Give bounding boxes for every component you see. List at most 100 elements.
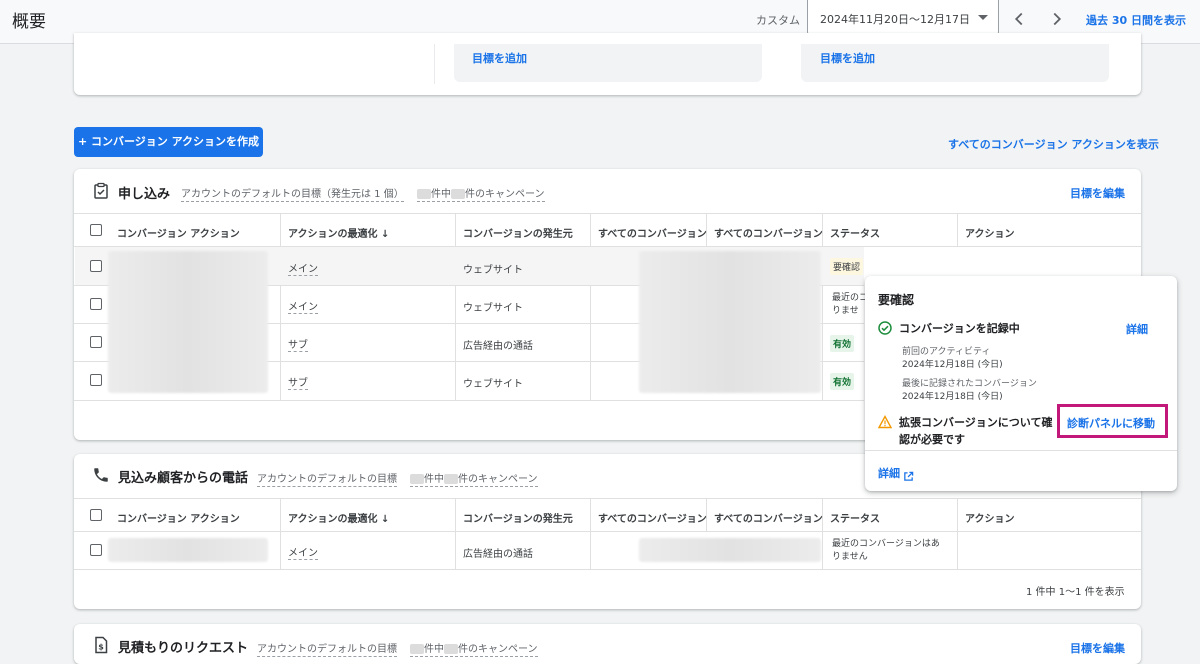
optimization-value[interactable]: メイン [288,544,318,560]
status-badge[interactable]: 要確認 [830,258,864,275]
add-goal-link[interactable]: 目標を追加 [472,50,527,66]
row-checkbox[interactable] [90,260,102,272]
count-text: 件中 [424,644,444,655]
campaign-count-label[interactable]: 件中 件のキャンペーン [410,470,538,487]
chevron-right-icon [1053,12,1062,26]
section-title: 見積もりのリクエスト [118,641,249,656]
row-checkbox[interactable] [90,374,102,386]
redacted-conversion-values [639,538,821,562]
details-link[interactable]: 詳細 [1126,321,1148,337]
source-value: ウェブサイト [463,265,523,276]
count-text: 件中 [431,189,451,200]
table-border [74,569,1141,570]
default-goal-label[interactable]: アカウントのデフォルトの目標 [257,640,397,657]
redacted-conversion-values [639,251,821,393]
row-checkbox[interactable] [90,544,102,556]
redacted-count [417,189,431,199]
redacted-count [444,644,458,654]
clipboard-check-icon [92,182,110,200]
warning-line-2: 認が必要です [899,433,965,446]
status-line: 最近のコンバージョンはあ [832,539,940,549]
divider [434,44,435,84]
col-divider [280,213,281,400]
col-header-all-conv: すべてのコンバージョン [598,229,707,240]
col-header-all-conv: すべてのコンバージョン [714,229,823,240]
redacted-count [410,644,424,654]
optimization-value[interactable]: メイン [288,298,318,314]
status-badge: 有効 [830,373,855,390]
col-header-all-conv: すべてのコンバージョン [598,514,707,525]
chevron-left-icon [1014,12,1023,26]
add-goal-link[interactable]: 目標を追加 [820,50,875,66]
page-title: 概要 [12,12,46,32]
source-value: 広告経由の通話 [463,549,533,560]
row-checkbox[interactable] [90,298,102,310]
table-border [74,400,864,401]
redacted-action-name [108,538,268,562]
col-header-action: コンバージョン アクション [117,514,240,525]
count-text: 件のキャンペーン [465,189,545,200]
status-line: りません [832,552,868,562]
row-checkbox[interactable] [90,336,102,348]
col-header-all-conv: すべてのコンバージョン [714,514,823,525]
col-divider [822,498,823,569]
count-text: 件のキャンペーン [458,474,538,485]
popover-divider [865,450,1177,451]
view-all-conversion-actions-link[interactable]: すべてのコンバージョン アクションを表示 [948,136,1159,152]
redacted-count [444,474,458,484]
section-title: 見込み顧客からの電話 [118,471,249,486]
col-divider [590,213,591,400]
go-to-diagnostics-link[interactable]: 診断パネルに移動 [1067,415,1155,431]
prev-activity-date: 2024年12月18日 (今日) [902,360,1003,370]
past-30-days-link[interactable]: 過去 30 日間を表示 [1086,12,1186,28]
col-header-status: ステータス [830,229,880,240]
col-header-source: コンバージョンの発生元 [463,229,573,240]
optimization-value[interactable]: サブ [288,336,308,352]
col-divider [590,498,591,569]
edit-goal-link[interactable]: 目標を編集 [1070,185,1125,201]
count-text: 件のキャンペーン [458,644,538,655]
col-divider [280,498,281,569]
document-dollar-icon: $ [92,636,110,654]
optimization-value[interactable]: サブ [288,374,308,390]
prev-period-button[interactable] [1008,8,1030,30]
source-value: ウェブサイト [463,379,523,390]
more-details-link[interactable]: 詳細 [878,465,900,481]
date-range-dropdown[interactable]: 2024年11月20日～12月17日 [807,0,999,36]
col-header-actions: アクション [965,229,1015,240]
campaign-count-label[interactable]: 件中 件のキャンペーン [410,640,538,657]
default-goal-label[interactable]: アカウントのデフォルトの目標 [257,470,397,487]
warning-icon [877,414,893,429]
col-header-actions: アクション [965,514,1015,525]
recording-status: コンバージョンを記録中 [899,322,1020,335]
create-conversion-action-button[interactable]: + コンバージョン アクションを作成 [74,127,263,157]
source-value: ウェブサイト [463,303,523,314]
col-header-optimization[interactable]: アクションの最適化 ↓ [288,510,389,525]
status-badge: 有効 [830,335,855,352]
status-popover: 要確認 コンバージョンを記録中 詳細 前回のアクティビティ 2024年12月18… [865,276,1177,491]
source-value: 広告経由の通話 [463,341,533,352]
redacted-action-names [108,251,268,393]
pagination-info: 1 件中 1～1 件を表示 [1026,587,1125,598]
next-period-button[interactable] [1046,8,1068,30]
status-text: 最近のコンバージョンはあ りません [832,538,940,564]
popover-title: 要確認 [878,293,915,307]
select-all-checkbox[interactable] [90,509,102,521]
date-range-value: 2024年11月20日～12月17日 [820,13,970,26]
default-goal-label[interactable]: アカウントのデフォルトの目標（発生元は 1 個） [181,185,404,202]
col-header-status: ステータス [830,514,880,525]
check-circle-icon [878,320,892,335]
col-header-source: コンバージョンの発生元 [463,514,573,525]
col-divider [957,213,958,247]
external-link-icon[interactable] [903,467,914,481]
col-header-optimization[interactable]: アクションの最適化 ↓ [288,225,389,240]
table-border [74,213,1141,214]
redacted-count [451,189,465,199]
edit-goal-link[interactable]: 目標を編集 [1070,640,1125,656]
phone-icon [92,466,110,484]
optimization-value[interactable]: メイン [288,260,318,276]
campaign-count-label[interactable]: 件中 件のキャンペーン [417,185,545,202]
select-all-checkbox[interactable] [90,224,102,236]
last-conversion-label: 最後に記録されたコンバージョン [902,379,1037,389]
col-divider [455,498,456,569]
